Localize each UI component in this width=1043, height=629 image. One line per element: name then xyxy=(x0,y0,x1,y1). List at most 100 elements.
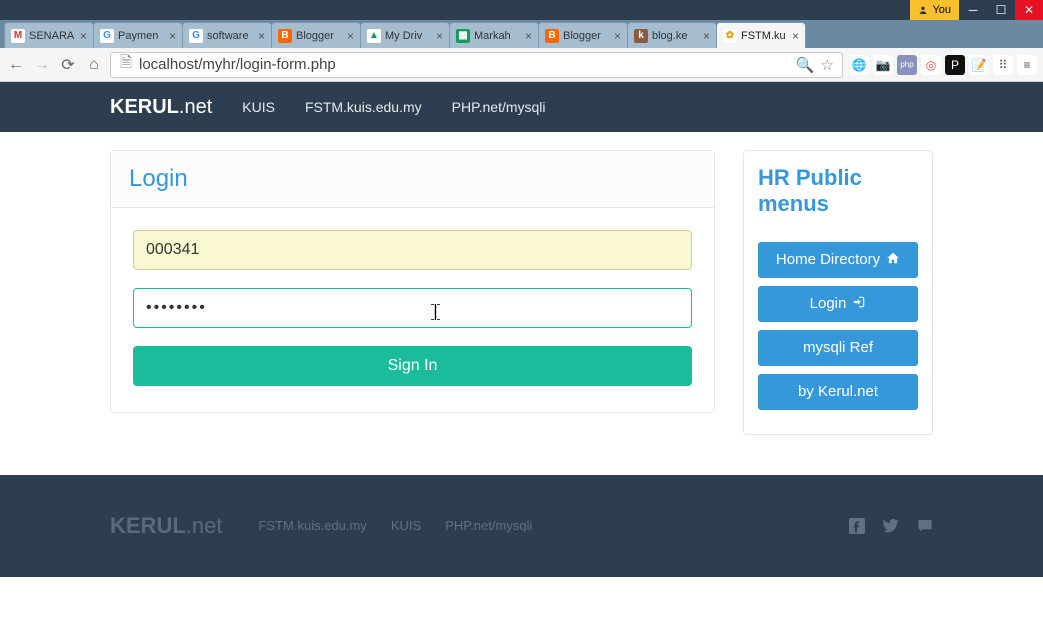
user-badge[interactable]: You xyxy=(910,0,959,20)
chat-icon[interactable] xyxy=(917,518,933,534)
sidebar-button-label: by Kerul.net xyxy=(798,383,878,400)
tab-favicon: B xyxy=(545,29,559,43)
tab-title: Blogger xyxy=(563,30,610,42)
footer-link-fstm[interactable]: FSTM.kuis.edu.my xyxy=(258,518,366,533)
extension-camera-icon[interactable]: 📷 xyxy=(873,55,893,75)
tab-title: Blogger xyxy=(296,30,343,42)
extension-icons: 🌐📷php◎P📝⠿≡ xyxy=(849,55,1037,75)
footer-brand-bold: KERUL xyxy=(110,513,186,538)
tab-favicon: M xyxy=(11,29,25,43)
tab-title: Markah xyxy=(474,30,521,42)
star-icon[interactable]: ☆ xyxy=(821,56,834,74)
footer-links: FSTM.kuis.edu.my KUIS PHP.net/mysqli xyxy=(258,518,532,533)
page-viewport: KERUL.net KUIS FSTM.kuis.edu.my PHP.net/… xyxy=(0,82,1043,629)
sign-in-button[interactable]: Sign In xyxy=(133,346,692,386)
tab-close-icon[interactable]: × xyxy=(525,29,532,43)
tab-favicon: ▲ xyxy=(367,29,381,43)
sidebar-button-label: Home Directory xyxy=(776,251,880,268)
tab-title: FSTM.ku xyxy=(741,30,788,42)
home-button[interactable]: ⌂ xyxy=(84,55,104,75)
reload-button[interactable]: ⟳ xyxy=(58,55,78,75)
home-icon xyxy=(886,251,900,269)
browser-tab[interactable]: Gsoftware × xyxy=(182,22,272,48)
login-panel: Login Sign In xyxy=(110,150,715,413)
navlink-php[interactable]: PHP.net/mysqli xyxy=(452,99,546,115)
login-panel-heading: Login xyxy=(111,151,714,208)
window-close-button[interactable]: ✕ xyxy=(1015,0,1043,20)
browser-tab[interactable]: ▦ Markah × xyxy=(449,22,539,48)
navlink-kuis[interactable]: KUIS xyxy=(242,99,275,115)
login-heading-text: Login xyxy=(129,165,696,193)
tab-close-icon[interactable]: × xyxy=(347,29,354,43)
search-icon: 🔍 xyxy=(796,56,815,74)
browser-tab[interactable]: G Paymen × xyxy=(93,22,183,48)
facebook-icon[interactable] xyxy=(849,518,865,534)
browser-tab[interactable]: B Blogger × xyxy=(538,22,628,48)
site-brand[interactable]: KERUL.net xyxy=(110,96,212,119)
sidebar-button-label: mysqli Ref xyxy=(803,339,873,356)
browser-tab[interactable]: M SENARA × xyxy=(4,22,94,48)
footer-link-php[interactable]: PHP.net/mysqli xyxy=(445,518,532,533)
footer-brand[interactable]: KERUL.net xyxy=(110,513,222,539)
tab-title: blog.ke xyxy=(652,30,699,42)
password-input[interactable] xyxy=(133,288,692,328)
tab-close-icon[interactable]: × xyxy=(436,29,443,43)
extension-translate-icon[interactable]: 🌐 xyxy=(849,55,869,75)
back-button[interactable]: ← xyxy=(6,55,26,75)
username-input[interactable] xyxy=(133,230,692,270)
sidebar-button-2[interactable]: mysqli Ref xyxy=(758,330,918,366)
sidebar-heading: HR Public menus xyxy=(758,165,918,218)
sidebar-panel: HR Public menus Home Directory Login mysql… xyxy=(743,150,933,435)
tab-title: Paymen xyxy=(118,30,165,42)
extension-note-icon[interactable]: 📝 xyxy=(969,55,989,75)
browser-tab[interactable]: ✿ FSTM.ku × xyxy=(716,22,806,48)
twitter-icon[interactable] xyxy=(883,518,899,534)
tab-close-icon[interactable]: × xyxy=(792,29,799,43)
tab-favicon: B xyxy=(278,29,292,43)
tab-favicon: ✿ xyxy=(723,29,737,43)
tab-close-icon[interactable]: × xyxy=(80,29,87,43)
extension-circle-icon[interactable]: ◎ xyxy=(921,55,941,75)
tab-close-icon[interactable]: × xyxy=(703,29,710,43)
navlink-fstm[interactable]: FSTM.kuis.edu.my xyxy=(305,99,422,115)
footer-social xyxy=(849,518,933,534)
tab-favicon: ▦ xyxy=(456,29,470,43)
tab-favicon: G xyxy=(189,29,203,43)
brand-light: .net xyxy=(179,96,212,118)
sidebar-button-1[interactable]: Login xyxy=(758,286,918,322)
browser-tabstrip: M SENARA × G Paymen × Gsoftware × B Blogger × ▲ My D… xyxy=(0,20,1043,48)
extension-php-icon[interactable]: php xyxy=(897,55,917,75)
extension-menu-icon[interactable]: ≡ xyxy=(1017,55,1037,75)
browser-tab[interactable]: B Blogger × xyxy=(271,22,361,48)
page-icon: 🗎 xyxy=(119,58,133,72)
window-minimize-button[interactable]: ─ xyxy=(959,0,987,20)
sidebar-button-0[interactable]: Home Directory xyxy=(758,242,918,278)
login-icon xyxy=(852,295,866,313)
extension-p-icon[interactable]: P xyxy=(945,55,965,75)
extension-grid-icon[interactable]: ⠿ xyxy=(993,55,1013,75)
url-text: localhost/myhr/login-form.php xyxy=(139,56,790,73)
window-maximize-button[interactable]: ☐ xyxy=(987,0,1015,20)
sidebar-button-label: Login xyxy=(810,295,847,312)
tab-close-icon[interactable]: × xyxy=(614,29,621,43)
site-topnav: KERUL.net KUIS FSTM.kuis.edu.my PHP.net/… xyxy=(0,82,1043,132)
address-bar[interactable]: 🗎 localhost/myhr/login-form.php 🔍 ☆ xyxy=(110,52,843,78)
browser-tab[interactable]: ▲ My Driv × xyxy=(360,22,450,48)
tab-favicon: G xyxy=(100,29,114,43)
tab-title: software xyxy=(207,30,254,42)
tab-title: SENARA xyxy=(29,30,76,42)
tab-close-icon[interactable]: × xyxy=(169,29,176,43)
user-icon xyxy=(918,5,928,15)
sidebar-button-3[interactable]: by Kerul.net xyxy=(758,374,918,410)
brand-bold: KERUL xyxy=(110,96,179,118)
browser-toolbar: ← → ⟳ ⌂ 🗎 localhost/myhr/login-form.php … xyxy=(0,48,1043,82)
tab-favicon: k xyxy=(634,29,648,43)
footer-brand-light: .net xyxy=(186,513,223,538)
window-titlebar: You ─ ☐ ✕ xyxy=(0,0,1043,20)
tab-title: My Driv xyxy=(385,30,432,42)
forward-button[interactable]: → xyxy=(32,55,52,75)
site-footer: KERUL.net FSTM.kuis.edu.my KUIS PHP.net/… xyxy=(0,475,1043,577)
browser-tab[interactable]: k blog.ke × xyxy=(627,22,717,48)
tab-close-icon[interactable]: × xyxy=(258,29,265,43)
footer-link-kuis[interactable]: KUIS xyxy=(391,518,421,533)
